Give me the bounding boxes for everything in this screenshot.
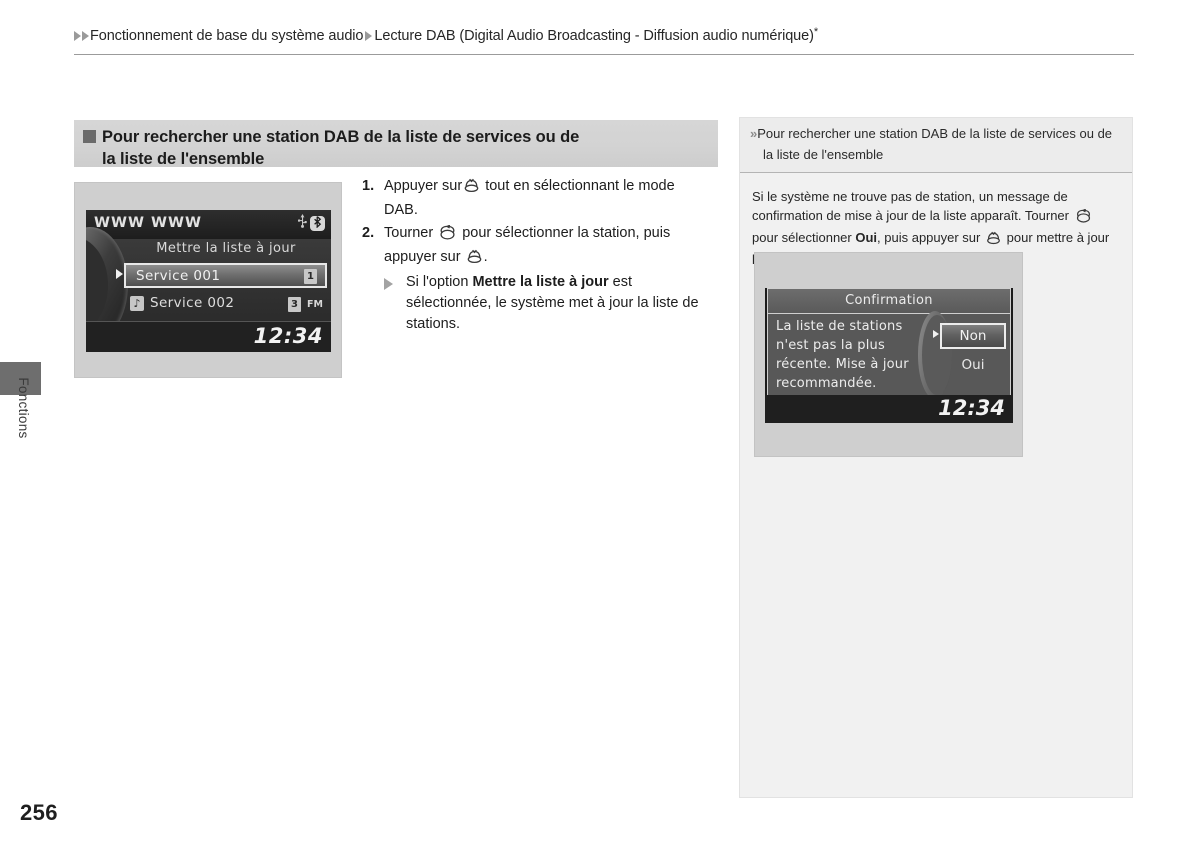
confirmation-dialog-screenshot: Confirmation La liste de stations n'est … [754, 252, 1023, 457]
section-marker-icon [83, 130, 96, 143]
enter-knob-icon [463, 178, 480, 200]
usb-icon-svg [297, 214, 307, 228]
selection-caret-icon [116, 269, 123, 279]
sidebar-body-part3: , puis appuyer sur [877, 230, 981, 245]
radio-clock-bar: 12:34 [86, 321, 331, 352]
breadcrumb-item-audio[interactable]: Fonctionnement de base du système audio [90, 28, 363, 44]
list-item-service-002-label: Service 002 [150, 295, 235, 311]
step-1-text-before: Appuyer sur [384, 178, 463, 194]
music-note-icon: ♪ [130, 296, 144, 311]
sidebar-header-line1: Pour rechercher une station DAB de la li… [757, 126, 1113, 141]
header-divider [74, 54, 1134, 55]
chapter-tab-label: Fonctions [16, 377, 31, 439]
page-number: 256 [20, 800, 58, 825]
sidebar-header: » Pour rechercher une station DAB de la l… [740, 118, 1132, 173]
dialog-button-oui[interactable]: Oui [940, 353, 1006, 377]
preset-badge-3: 3 [288, 297, 301, 312]
substep-arrow-icon [384, 278, 393, 290]
dialog-message: La liste de stations n'est pas la plus r… [776, 319, 909, 391]
bluetooth-icon-svg [314, 216, 322, 229]
radio-lcd: WWW WWW Mettre la liste à jour Service 0… [86, 210, 331, 352]
list-item-service-001-label: Service 001 [136, 268, 221, 284]
radio-lcd-topbar: WWW WWW [86, 210, 331, 240]
breadcrumb-arrow-icon [74, 31, 81, 41]
enter-knob-icon-sidebar [985, 231, 1002, 250]
rotary-knob-icon [438, 224, 457, 247]
breadcrumb-arrow-icon-2 [82, 31, 89, 41]
dialog-selection-caret-icon [933, 330, 939, 338]
radio-station-title: WWW WWW [94, 215, 203, 231]
instruction-steps: 1. Appuyer sur tout en sélectionnant le m… [362, 176, 710, 337]
list-item-update-list[interactable]: Mettre la liste à jour [128, 241, 324, 256]
step-2-text-before: Tourner [384, 225, 434, 241]
section-heading-line2: la liste de l'ensemble [102, 150, 265, 168]
enter-knob-icon-2 [466, 249, 483, 271]
radio-service-list: Mettre la liste à jour Service 001 1 ♪ S… [86, 227, 331, 343]
sidebar-header-line2: la liste de l'ensemble [763, 147, 884, 162]
list-item-service-002[interactable]: ♪ Service 002 3 FM [124, 293, 327, 317]
step-2-number: 2. [362, 225, 375, 241]
confirmation-dialog: Confirmation La liste de stations n'est … [767, 288, 1011, 399]
substep-note: Si l'option Mettre la liste à jour est s… [384, 272, 710, 335]
step-1-number: 1. [362, 178, 375, 194]
substep-prefix: Si l'option [406, 274, 469, 290]
band-label-fm: FM [307, 299, 323, 310]
radio-clock: 12:34 [253, 324, 323, 348]
usb-icon [297, 214, 307, 233]
dialog-title: Confirmation [768, 289, 1010, 314]
breadcrumb: Fonctionnement de base du système audio L… [74, 22, 1134, 46]
section-heading-line1: Pour rechercher une station DAB de la li… [102, 128, 580, 146]
sidebar-panel: » Pour rechercher une station DAB de la l… [739, 117, 1133, 798]
section-heading: Pour rechercher une station DAB de la li… [74, 120, 718, 168]
breadcrumb-asterisk: * [813, 26, 819, 38]
preset-badge-1: 1 [304, 269, 317, 284]
radio-status-icons [297, 214, 325, 233]
radio-display-screenshot: WWW WWW Mettre la liste à jour Service 0… [74, 182, 342, 378]
sidebar-body-part1: Si le système ne trouve pas de station, … [752, 189, 1069, 223]
breadcrumb-item-dab[interactable]: Lecture DAB (Digital Audio Broadcasting … [374, 28, 814, 44]
sidebar-body-part2: pour sélectionner [752, 230, 852, 245]
list-item-service-001[interactable]: Service 001 1 [124, 263, 327, 288]
sidebar-body-bold-oui: Oui [855, 230, 878, 245]
dialog-button-non[interactable]: Non [940, 323, 1006, 349]
step-1: 1. Appuyer sur tout en sélectionnant le m… [362, 176, 710, 221]
double-chevron-icon: » [750, 126, 757, 141]
substep-bold: Mettre la liste à jour [472, 274, 609, 290]
step-2: 2. Tourner pour sélectionner la station, … [362, 223, 710, 335]
bluetooth-icon [310, 216, 325, 231]
dialog-lcd: Confirmation La liste de stations n'est … [765, 288, 1013, 423]
rotary-knob-icon-sidebar [1074, 208, 1093, 228]
breadcrumb-separator-icon [365, 31, 373, 41]
dialog-clock: 12:34 [938, 396, 1005, 420]
step-2-text-after: . [483, 249, 488, 265]
dialog-clock-bar: 12:34 [765, 395, 1013, 423]
